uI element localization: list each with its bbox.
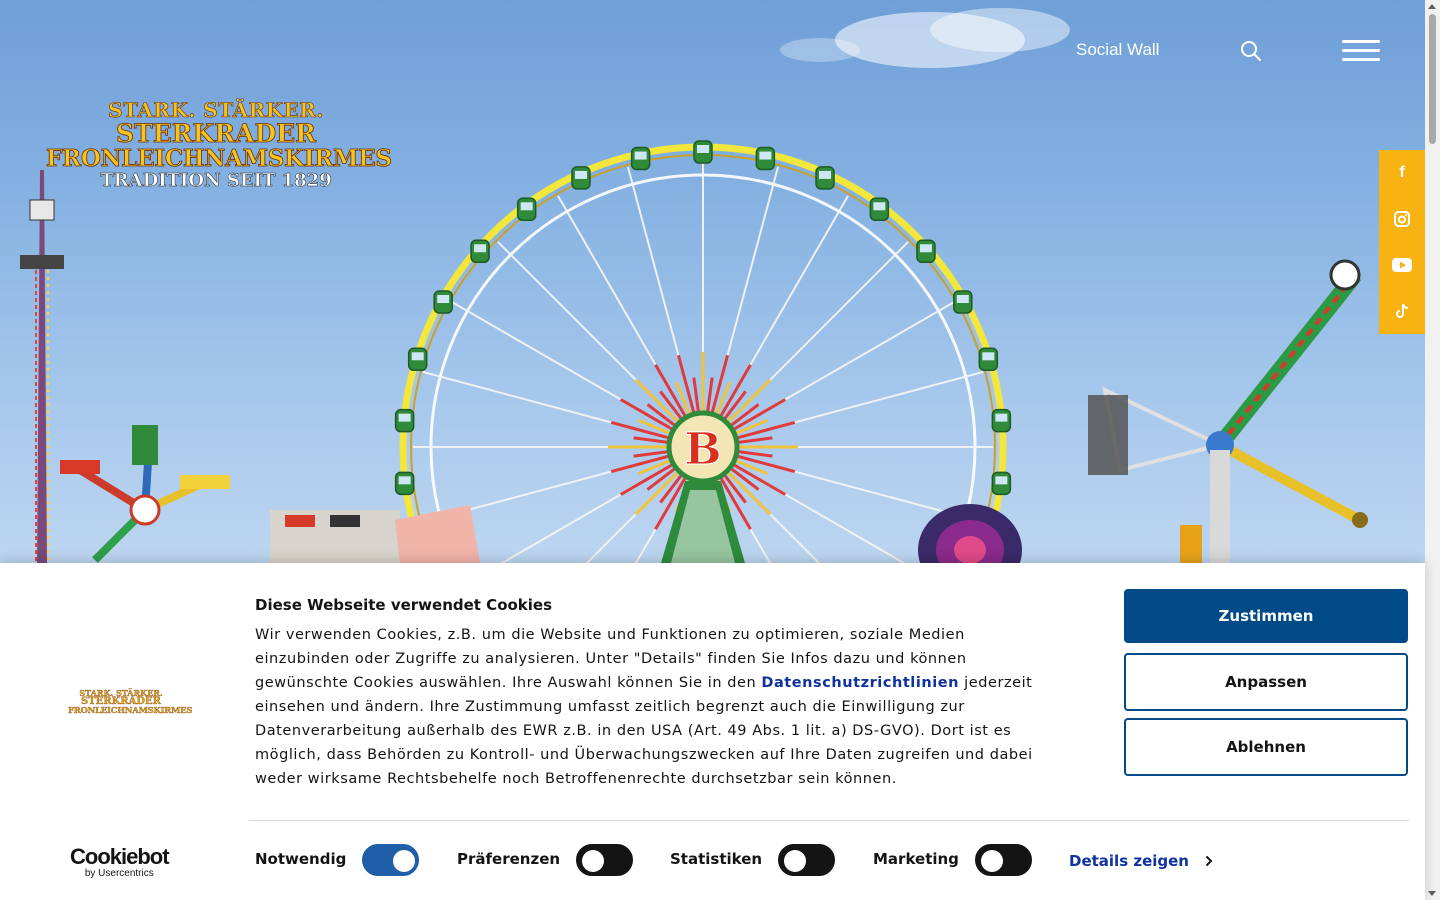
gondola-window [995, 476, 1008, 485]
svg-text:B: B [684, 424, 721, 475]
scroll-down-arrow-icon[interactable] [1428, 891, 1436, 896]
chevron-right-icon [1205, 855, 1213, 867]
cookie-consent-banner: STARK. STÄRKER. STERKRADER FRONLEICHNAMS… [0, 563, 1425, 900]
privacy-policy-link[interactable]: Datenschutzrichtlinien [761, 675, 959, 691]
logo-line-1: STARK. STÄRKER. [108, 98, 324, 122]
search-icon[interactable] [1240, 40, 1262, 62]
cookie-logo-line-3: FRONLEICHNAMSKIRMES [68, 706, 193, 716]
gondola-window [398, 413, 411, 422]
gondola-window [398, 476, 411, 485]
scroll-up-arrow-icon[interactable] [1428, 4, 1436, 9]
toggle-knob [393, 850, 415, 872]
tiktok-icon[interactable] [1379, 288, 1425, 334]
gondola-window [411, 352, 424, 361]
spinning-ride [918, 504, 1022, 563]
logo-line-4: TRADITION SEIT 1829 [100, 170, 332, 191]
toggle-label-statistics: Statistiken [670, 850, 763, 868]
gondola-window [873, 202, 886, 211]
toggle-label-necessary: Notwendig [255, 850, 347, 868]
swing-ride [60, 425, 230, 563]
accept-cookies-button[interactable]: Zustimmen [1124, 589, 1408, 643]
gondola-window [956, 295, 969, 303]
cookie-text-part-2: jederzeit einsehen und ändern. Ihre Zust… [255, 675, 1033, 787]
toggle-necessary[interactable] [362, 844, 419, 876]
drop-tower [20, 170, 64, 563]
gondola-window [919, 244, 932, 253]
gondola-window [759, 151, 772, 160]
gondola-window [982, 352, 995, 361]
gondola-window [574, 170, 587, 179]
toggle-preferences[interactable] [576, 844, 633, 876]
toggle-statistics[interactable] [778, 844, 835, 876]
gondola-window [437, 295, 450, 303]
gondola-window [520, 202, 533, 211]
instagram-icon[interactable] [1379, 196, 1425, 242]
toggle-label-preferences: Präferenzen [457, 850, 561, 868]
toggle-marketing[interactable] [975, 844, 1032, 876]
ferris-wheel: B [394, 140, 1012, 563]
customize-cookies-button[interactable]: Anpassen [1124, 653, 1408, 711]
logo-line-2: STERKRADER [116, 119, 317, 148]
fun-ride-center-left [270, 505, 480, 563]
cookiebot-logo[interactable]: Cookiebot by Usercentrics [70, 844, 170, 879]
toggle-knob [582, 850, 604, 872]
gondola-window [995, 413, 1008, 422]
cookiebot-brand-name: Cookiebot [70, 844, 170, 869]
logo-line-3: FRONLEICHNAMSKIRMES [46, 145, 393, 172]
gondola-window [474, 244, 487, 253]
pendulum-ride [1088, 259, 1368, 563]
cookie-banner-description: Wir verwenden Cookies, z.B. um die Websi… [255, 623, 1055, 791]
toggle-knob [981, 850, 1003, 872]
toggle-label-marketing: Marketing [873, 850, 959, 868]
show-details-label: Details zeigen [1069, 852, 1189, 870]
gondola-window [819, 170, 832, 179]
hamburger-menu-icon[interactable] [1342, 40, 1380, 62]
youtube-icon[interactable] [1379, 242, 1425, 288]
show-details-link[interactable]: Details zeigen [1069, 852, 1213, 870]
facebook-icon-glyph: f [1399, 164, 1405, 181]
toggle-knob [784, 850, 806, 872]
site-logo[interactable]: STARK. STÄRKER. STERKRADER FRONLEICHNAMS… [46, 98, 393, 191]
cookie-banner-title: Diese Webseite verwendet Cookies [255, 596, 553, 614]
gondola-window [697, 145, 709, 153]
hero-image-fair-rides: B [20, 8, 1368, 563]
cookie-banner-site-logo: STARK. STÄRKER. STERKRADER FRONLEICHNAMS… [68, 689, 193, 716]
page-scrollbar[interactable] [1425, 0, 1440, 900]
scrollbar-thumb[interactable] [1429, 14, 1436, 144]
nav-social-wall-link[interactable]: Social Wall [1076, 40, 1159, 60]
gondola-window [634, 151, 647, 160]
decline-cookies-button[interactable]: Ablehnen [1124, 718, 1408, 776]
social-sidebar: f [1379, 150, 1425, 334]
facebook-icon[interactable]: f [1379, 150, 1425, 196]
cookie-banner-divider [249, 820, 1409, 821]
hero-banner: B STARK. STÄRKER. STERKRADER FRONLEICHNA… [0, 0, 1425, 563]
